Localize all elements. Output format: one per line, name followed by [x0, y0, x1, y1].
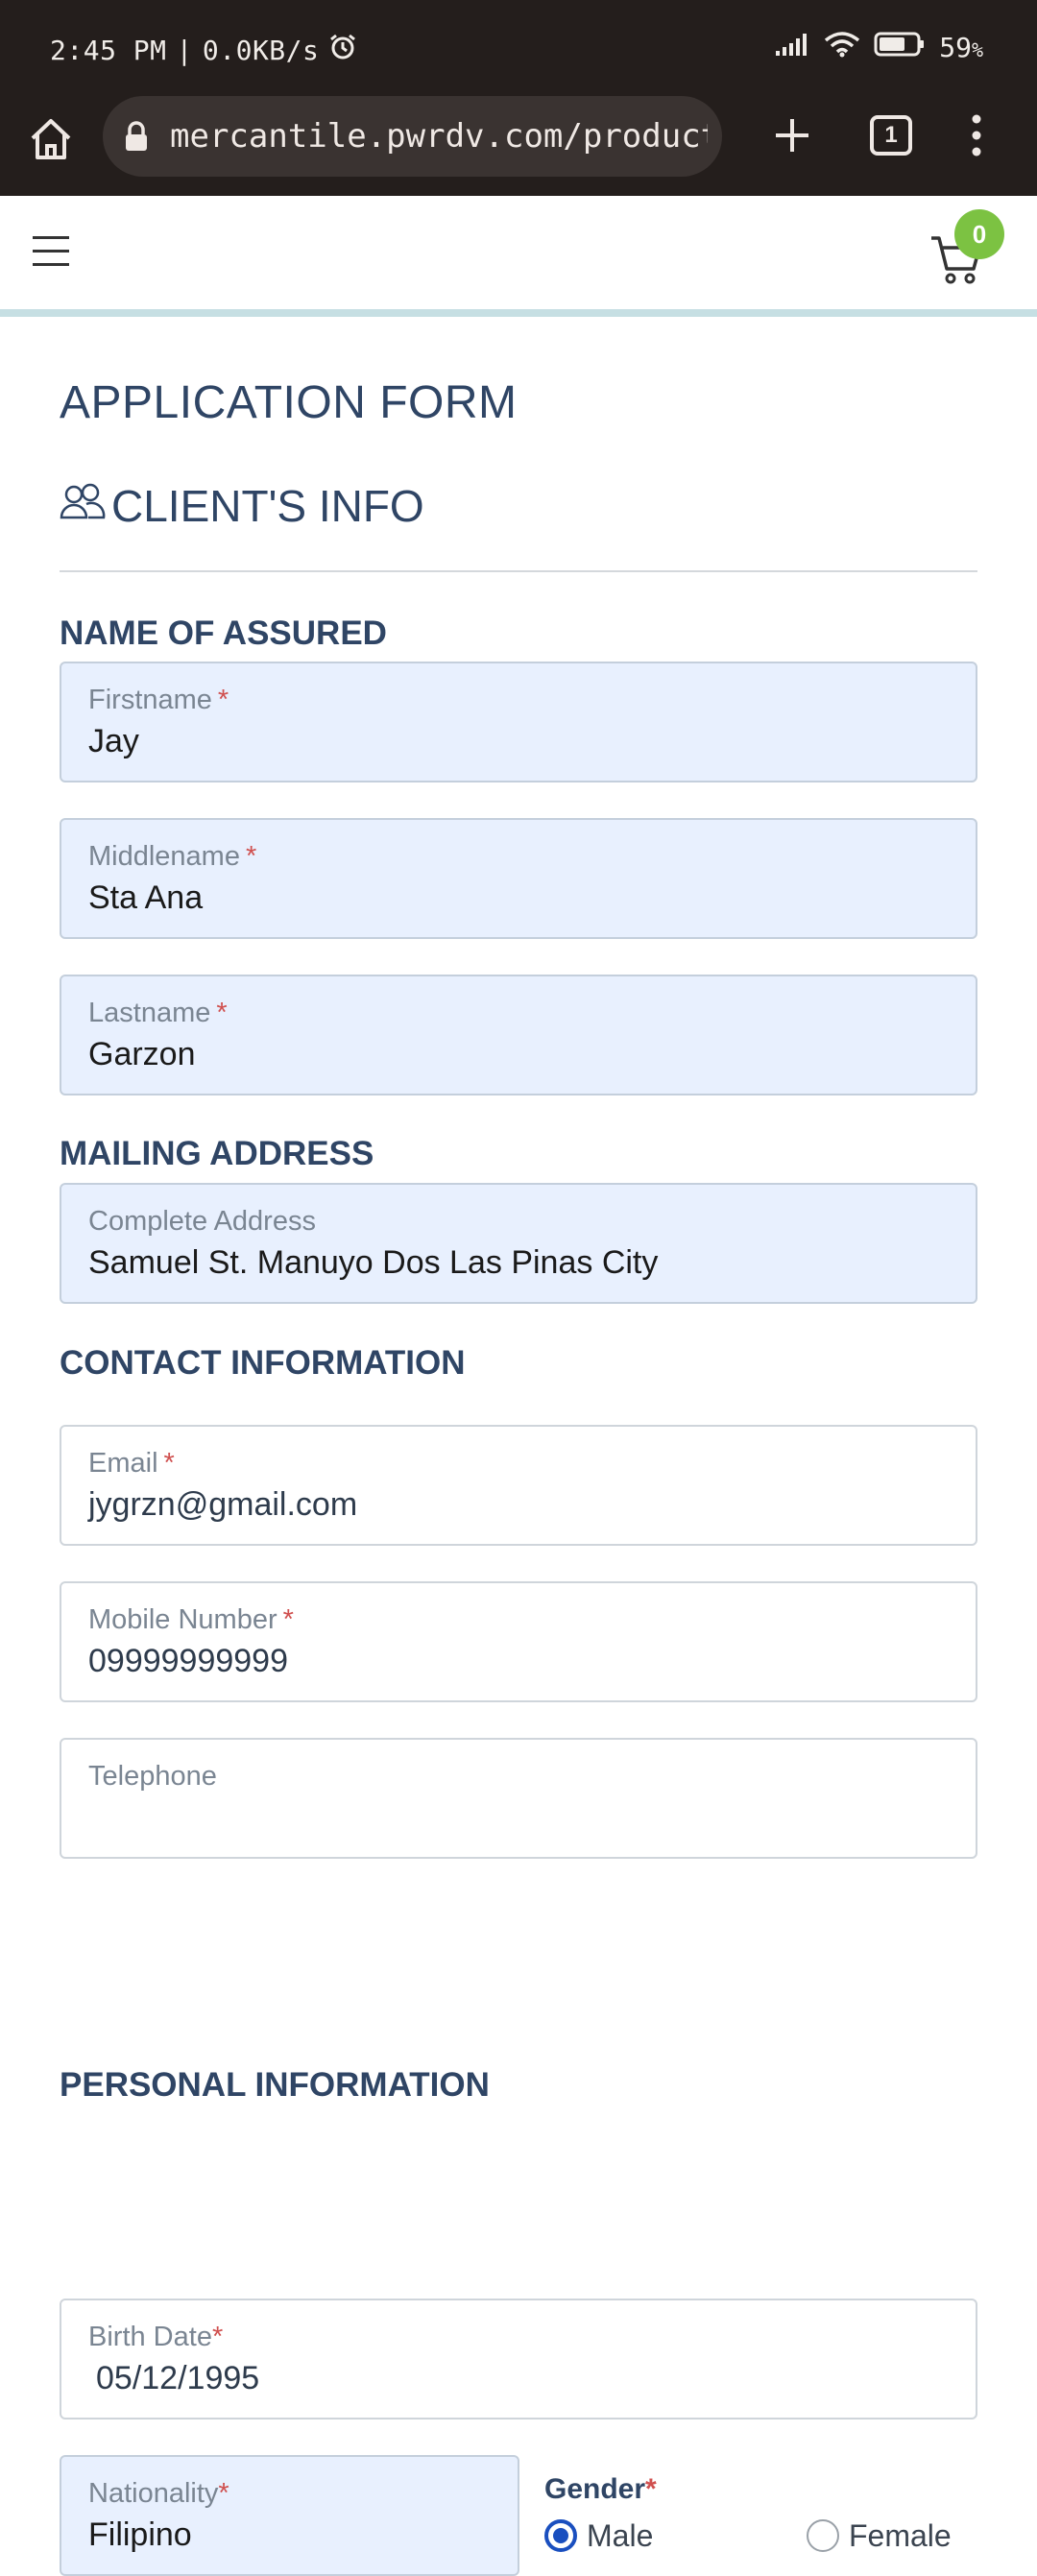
mobile-number-field[interactable]: Mobile Number * 09999999999: [60, 1581, 977, 1702]
signal-icon: [774, 32, 810, 63]
menu-icon-line: [33, 263, 69, 266]
email-field[interactable]: Email * jygrzn@gmail.com: [60, 1425, 977, 1546]
hamburger-menu-button[interactable]: [33, 236, 69, 271]
email-value: jygrzn@gmail.com: [88, 1486, 358, 1523]
personal-information-heading: PERSONAL INFORMATION: [60, 2066, 490, 2104]
address-value: Samuel St. Manuyo Dos Las Pinas City: [88, 1244, 659, 1281]
page-title: APPLICATION FORM: [60, 377, 518, 428]
birth-date-label: Birth Date*: [88, 2322, 224, 2352]
wifi-icon: [824, 31, 860, 64]
middlename-value: Sta Ana: [88, 879, 204, 916]
middlename-label: Middlename *: [88, 841, 257, 872]
birth-date-value: 05/12/1995: [96, 2360, 260, 2396]
gender-female-label[interactable]: Female: [849, 2518, 952, 2554]
more-vert-icon: [972, 114, 981, 156]
telephone-label: Telephone: [88, 1761, 217, 1792]
nationality-value: Filipino: [88, 2516, 192, 2553]
address-bar[interactable]: mercantile.pwrdv.com/product/D: [103, 96, 722, 177]
section-divider: [60, 570, 977, 572]
battery-icon: [874, 31, 926, 64]
mobile-number-label: Mobile Number *: [88, 1604, 294, 1635]
lock-icon: [124, 121, 149, 152]
address-field[interactable]: Complete Address Samuel St. Manuyo Dos L…: [60, 1183, 977, 1304]
gender-male-radio[interactable]: [544, 2519, 577, 2552]
url-text: mercantile.pwrdv.com/product/D: [170, 117, 708, 156]
menu-icon-line: [33, 236, 69, 239]
browser-toolbar: mercantile.pwrdv.com/product/D 1: [0, 96, 1037, 196]
firstname-value: Jay: [88, 723, 139, 759]
nationality-label: Nationality*: [88, 2478, 229, 2509]
email-label: Email *: [88, 1448, 175, 1479]
home-button[interactable]: [27, 115, 75, 163]
telephone-field[interactable]: Telephone: [60, 1738, 977, 1859]
address-label: Complete Address: [88, 1206, 316, 1237]
name-of-assured-heading: NAME OF ASSURED: [60, 614, 387, 652]
lastname-value: Garzon: [88, 1036, 196, 1072]
plus-icon: [776, 119, 808, 152]
status-left: 2:45 PM | 0.0KB/s: [50, 33, 357, 68]
new-tab-button[interactable]: [768, 111, 816, 159]
gender-male-label[interactable]: Male: [587, 2518, 653, 2554]
section-header-clients-info: CLIENT'S INFO: [60, 480, 424, 532]
contact-information-heading: CONTACT INFORMATION: [60, 1344, 466, 1382]
alarm-icon: [328, 33, 357, 68]
status-right: 59%: [774, 31, 983, 64]
menu-icon-line: [33, 250, 69, 253]
battery-level: 59%: [939, 32, 983, 63]
mailing-address-heading: MAILING ADDRESS: [60, 1135, 374, 1172]
middlename-field[interactable]: Middlename * Sta Ana: [60, 818, 977, 939]
lastname-label: Lastname *: [88, 998, 228, 1028]
gender-label: Gender*: [544, 2473, 657, 2505]
mobile-number-value: 09999999999: [88, 1643, 289, 1679]
section-title: CLIENT'S INFO: [111, 481, 424, 531]
cart-count-badge: 0: [954, 209, 1004, 259]
status-time: 2:45 PM: [50, 35, 167, 66]
firstname-field[interactable]: Firstname * Jay: [60, 662, 977, 782]
birth-date-field[interactable]: Birth Date* 05/12/1995: [60, 2299, 977, 2420]
firstname-label: Firstname *: [88, 685, 229, 715]
home-icon: [31, 119, 71, 159]
nationality-field[interactable]: Nationality* Filipino: [60, 2455, 519, 2576]
browser-menu-button[interactable]: [962, 111, 991, 159]
gender-female-radio[interactable]: [807, 2519, 839, 2552]
tab-switcher-button[interactable]: 1: [870, 115, 912, 156]
users-icon: [60, 480, 106, 532]
status-separator: |: [176, 35, 193, 66]
lastname-field[interactable]: Lastname * Garzon: [60, 975, 977, 1095]
site-header: 0: [0, 196, 1037, 317]
status-bar: 2:45 PM | 0.0KB/s 59%: [0, 0, 1037, 96]
network-speed: 0.0KB/s: [202, 35, 320, 66]
